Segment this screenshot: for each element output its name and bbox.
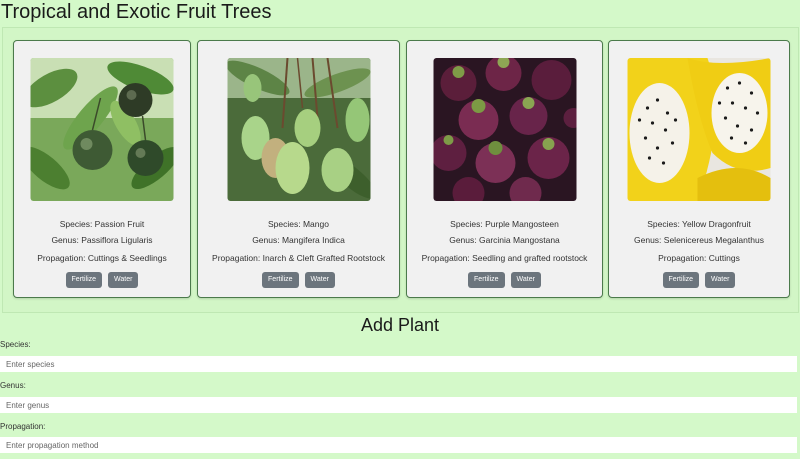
plant-card: Species: Mango Genus: Mangifera Indica P… (197, 40, 400, 298)
species-label: Species: (0, 340, 31, 349)
genus-input[interactable] (0, 397, 797, 413)
plant-card: Species: Purple Mangosteen Genus: Garcin… (406, 40, 603, 298)
plant-card: Species: Yellow Dragonfruit Genus: Selen… (608, 40, 790, 298)
fertilize-button[interactable]: Fertilize (662, 272, 700, 288)
genus-text: Genus: Passiflora Ligularis (51, 235, 153, 245)
propagation-text: Propagation: Inarch & Cleft Grafted Root… (212, 253, 385, 263)
propagation-input[interactable] (0, 437, 797, 453)
water-button[interactable]: Water (510, 272, 541, 288)
water-button[interactable]: Water (304, 272, 335, 288)
propagation-text: Propagation: Cuttings (658, 253, 740, 263)
water-button[interactable]: Water (705, 272, 736, 288)
plant-card: Species: Passion Fruit Genus: Passiflora… (13, 40, 191, 298)
species-text: Species: Purple Mangosteen (450, 219, 559, 229)
genus-text: Genus: Garcinia Mangostana (449, 235, 560, 245)
propagation-label: Propagation: (0, 422, 46, 431)
propagation-text: Propagation: Seedling and grafted rootst… (421, 253, 588, 263)
mangosteen-photo (433, 58, 576, 201)
add-plant-title: Add Plant (360, 315, 440, 335)
genus-label: Genus: (0, 381, 26, 390)
species-input[interactable] (0, 356, 797, 372)
species-text: Species: Yellow Dragonfruit (647, 219, 751, 229)
genus-text: Genus: Mangifera Indica (252, 235, 345, 245)
fertilize-button[interactable]: Fertilize (468, 272, 505, 288)
propagation-text: Propagation: Cuttings & Seedlings (37, 253, 167, 263)
fertilize-button[interactable]: Fertilize (262, 272, 299, 288)
plant-card-list: Species: Passion Fruit Genus: Passiflora… (2, 27, 799, 313)
page-title: Tropical and Exotic Fruit Trees (1, 1, 272, 23)
species-text: Species: Passion Fruit (59, 219, 145, 229)
dragonfruit-photo (627, 58, 771, 201)
passion-fruit-photo (30, 58, 174, 201)
fertilize-button[interactable]: Fertilize (65, 272, 103, 288)
water-button[interactable]: Water (108, 272, 139, 288)
species-text: Species: Mango (268, 219, 329, 229)
genus-text: Genus: Selenicereus Megalanthus (634, 235, 764, 245)
mango-photo (227, 58, 370, 201)
